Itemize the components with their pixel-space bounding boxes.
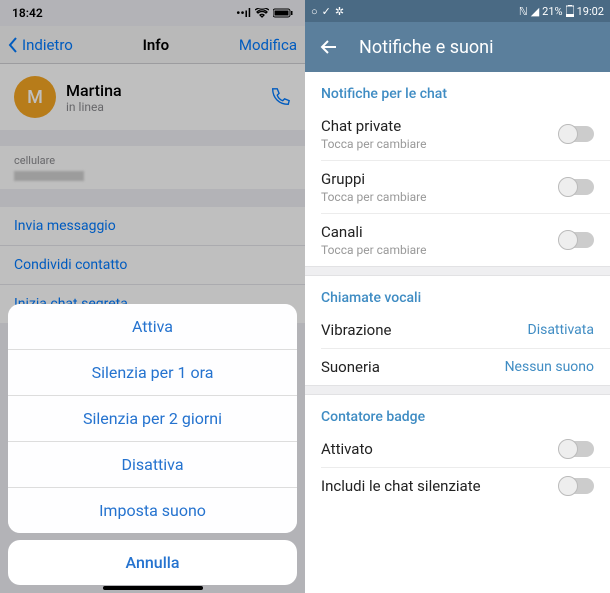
- section-chat-notifications: Notifiche per le chat: [305, 72, 610, 108]
- action-sheet: Attiva Silenzia per 1 ora Silenzia per 2…: [8, 304, 297, 585]
- toggle-groups[interactable]: [560, 179, 594, 195]
- battery-icon: [566, 5, 574, 17]
- row-title: Vibrazione: [321, 321, 528, 339]
- row-subtitle: Tocca per cambiare: [321, 190, 560, 204]
- toggle-channels[interactable]: [560, 232, 594, 248]
- section-divider: [305, 385, 610, 395]
- sheet-options: Attiva Silenzia per 1 ora Silenzia per 2…: [8, 304, 297, 533]
- page-title: Notifiche e suoni: [359, 37, 494, 58]
- settings-body: Notifiche per le chat Chat private Tocca…: [305, 72, 610, 504]
- telegram-status-icon: ○: [311, 5, 318, 18]
- row-groups[interactable]: Gruppi Tocca per cambiare: [305, 161, 610, 213]
- sheet-deactivate[interactable]: Disattiva: [8, 442, 297, 488]
- section-divider: [305, 266, 610, 276]
- android-phone: ○ ✓ ✲ ℕ ◢ 21% 19:02 Notifiche e suoni No…: [305, 0, 610, 593]
- sheet-set-sound[interactable]: Imposta suono: [8, 488, 297, 533]
- row-subtitle: Tocca per cambiare: [321, 137, 560, 151]
- toggle-badge-enabled[interactable]: [560, 441, 594, 457]
- row-private-chats[interactable]: Chat private Tocca per cambiare: [305, 108, 610, 160]
- row-title: Canali: [321, 223, 560, 241]
- row-title: Chat private: [321, 117, 560, 135]
- sheet-activate[interactable]: Attiva: [8, 304, 297, 350]
- toggle-include-muted[interactable]: [560, 478, 594, 494]
- section-badge-counter: Contatore badge: [305, 395, 610, 431]
- section-voice-calls: Chiamate vocali: [305, 276, 610, 312]
- home-indicator[interactable]: [103, 586, 203, 590]
- battery-text: 21%: [542, 5, 562, 18]
- android-header: Notifiche e suoni: [305, 22, 610, 72]
- nfc-icon: ℕ: [519, 5, 528, 18]
- row-subtitle: Tocca per cambiare: [321, 243, 560, 257]
- row-title: Gruppi: [321, 170, 560, 188]
- vibration-value: Disattivata: [528, 322, 595, 338]
- teardrop-icon: ✓: [322, 5, 331, 18]
- row-ringtone[interactable]: Suoneria Nessun suono: [305, 349, 610, 385]
- row-enabled[interactable]: Attivato: [305, 431, 610, 467]
- android-time: 19:02: [577, 5, 604, 18]
- row-title: Suoneria: [321, 358, 505, 376]
- row-vibration[interactable]: Vibrazione Disattivata: [305, 312, 610, 348]
- ringtone-value: Nessun suono: [505, 359, 594, 375]
- row-title: Attivato: [321, 440, 560, 458]
- row-title: Includi le chat silenziate: [321, 477, 560, 495]
- signal-icon: ◢: [531, 5, 539, 18]
- location-icon: ✲: [335, 5, 344, 18]
- back-button[interactable]: [319, 37, 339, 57]
- android-status-bar: ○ ✓ ✲ ℕ ◢ 21% 19:02: [305, 0, 610, 22]
- sheet-mute-1h[interactable]: Silenzia per 1 ora: [8, 350, 297, 396]
- toggle-private-chats[interactable]: [560, 126, 594, 142]
- ios-phone: 18:42 ••ıl Indietro Info Modifica M Mart…: [0, 0, 305, 593]
- sheet-mute-2d[interactable]: Silenzia per 2 giorni: [8, 396, 297, 442]
- row-channels[interactable]: Canali Tocca per cambiare: [305, 214, 610, 266]
- row-include-muted[interactable]: Includi le chat silenziate: [305, 468, 610, 504]
- arrow-left-icon: [319, 37, 339, 57]
- sheet-cancel[interactable]: Annulla: [8, 540, 297, 585]
